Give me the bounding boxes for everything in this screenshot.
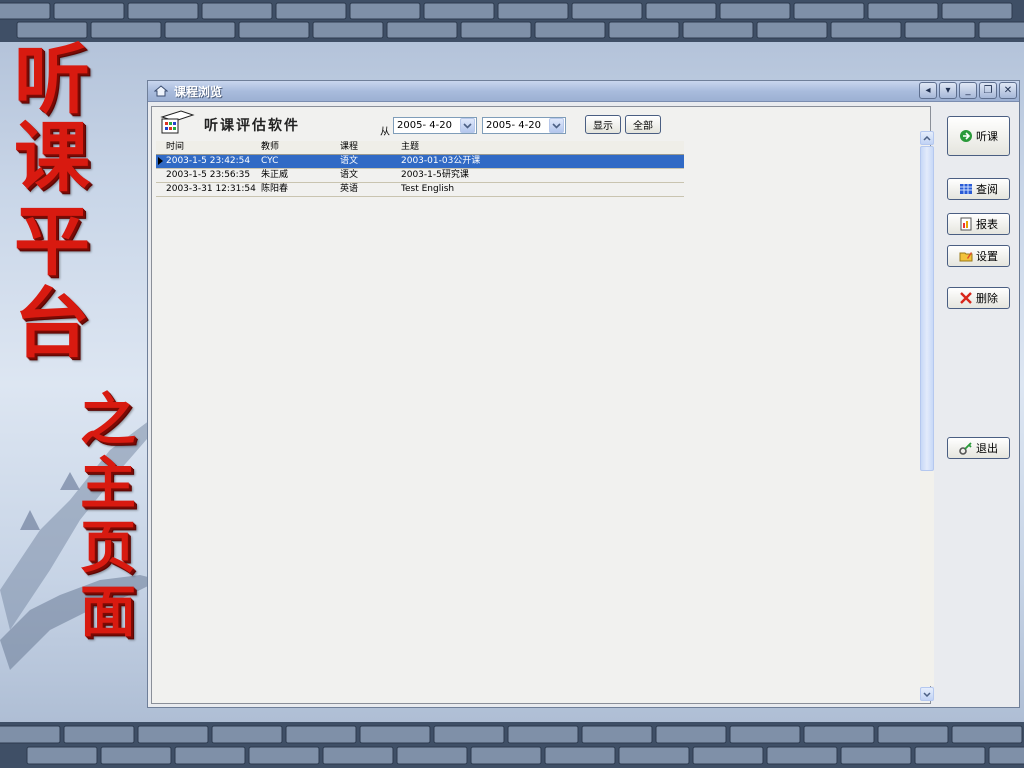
date-from-value: 2005- 4-20 [397,120,452,131]
view-button-label: 查阅 [976,183,998,196]
chevron-down-icon[interactable] [460,118,475,133]
course-table: 时间 教师 课程 主题 2003-1-5 23:42:54 CYC 语文 200… [156,141,684,197]
cell-course: 英语 [340,184,359,194]
key-icon [959,442,972,455]
table-row[interactable]: 2003-3-31 12:31:54 陈阳春 英语 Test English [156,183,684,197]
view-button[interactable]: 查阅 [947,178,1010,200]
top-wall-pattern [0,0,1024,42]
cell-topic: 2003-1-5研究课 [401,170,469,180]
folder-pencil-icon [959,252,973,262]
restore-button[interactable]: ❐ [979,82,997,99]
scroll-up-button[interactable] [920,131,934,145]
vertical-scrollbar[interactable] [920,131,934,701]
subtitle-char-2: 主 [80,451,136,517]
column-header-teacher[interactable]: 教师 [261,141,340,154]
date-to-picker[interactable]: 2005- 4-20 [482,117,566,134]
house-icon [154,85,168,97]
window-title: 课程浏览 [174,84,223,99]
listen-button[interactable]: 听课 [947,116,1010,156]
cell-teacher: 朱正威 [261,170,289,180]
cell-time: 2003-1-5 23:42:54 [166,156,251,166]
bottom-wall-pattern [0,722,1024,768]
row-indicator [156,155,166,168]
settings-button[interactable]: 设置 [947,245,1010,267]
listen-button-label: 听课 [976,130,998,143]
from-label: 从 [380,127,390,138]
cell-teacher: CYC [261,156,279,166]
title-char-4: 台 [14,279,90,368]
table-header: 时间 教师 课程 主题 [156,141,684,155]
delete-x-icon [960,292,972,304]
report-icon [960,217,972,231]
all-button[interactable]: 全部 [625,115,661,134]
cell-time: 2003-3-31 12:31:54 [166,184,256,194]
arrow-right-circle-icon [960,130,972,142]
table-row[interactable]: 2003-1-5 23:56:35 朱正威 语文 2003-1-5研究课 [156,169,684,183]
nav-down-button[interactable]: ▾ [939,82,957,99]
chevron-up-icon [923,135,931,141]
app-title: 听课评估软件 [204,118,300,134]
subtitle-char-4: 面 [80,579,136,645]
cell-teacher: 陈阳春 [261,184,289,194]
cell-course: 语文 [340,156,359,166]
report-button[interactable]: 报表 [947,213,1010,235]
cell-topic: Test English [401,184,455,194]
window-titlebar[interactable]: 课程浏览 ◂ ▾ _ ❐ ✕ [148,81,1019,102]
chevron-down-icon [923,691,931,697]
title-char-3: 平 [14,197,90,286]
app-logo-icon [160,110,195,134]
report-button-label: 报表 [976,218,998,231]
date-to-value: 2005- 4-20 [486,120,541,131]
cell-time: 2003-1-5 23:56:35 [166,170,251,180]
exit-button-label: 退出 [976,442,998,455]
column-header-time[interactable]: 时间 [166,141,261,154]
date-from-picker[interactable]: 2005- 4-20 [393,117,477,134]
title-char-2: 课 [14,113,90,202]
table-row[interactable]: 2003-1-5 23:42:54 CYC 语文 2003-01-03公开课 [156,155,684,169]
settings-button-label: 设置 [976,250,998,263]
cell-topic: 2003-01-03公开课 [401,156,481,166]
grid-icon [960,184,972,194]
cell-course: 语文 [340,170,359,180]
delete-button-label: 删除 [976,292,998,305]
top-wall-band [0,0,1024,42]
minimize-button[interactable]: _ [959,82,977,99]
close-button[interactable]: ✕ [999,82,1017,99]
course-content-panel: 听课评估软件 从 2005- 4-20 2005- 4-20 显示 全部 时间 … [151,106,934,704]
scroll-down-button[interactable] [920,687,934,701]
column-header-course[interactable]: 课程 [340,141,401,154]
exit-button[interactable]: 退出 [947,437,1010,459]
column-header-topic[interactable]: 主题 [401,141,684,154]
bottom-wall-band [0,722,1024,768]
course-browse-window: 课程浏览 ◂ ▾ _ ❐ ✕ 听课评估软件 从 2005- 4-20 2005-… [147,80,1020,708]
subtitle-char-1: 之 [80,387,136,453]
delete-button[interactable]: 删除 [947,287,1010,309]
show-button[interactable]: 显示 [585,115,621,134]
subtitle-char-3: 页 [80,515,136,581]
scroll-track[interactable] [920,146,934,686]
title-char-1: 听 [14,35,90,124]
chevron-down-icon[interactable] [549,118,564,133]
scroll-thumb[interactable] [920,146,934,471]
nav-left-button[interactable]: ◂ [919,82,937,99]
row-pointer-icon [158,157,163,165]
